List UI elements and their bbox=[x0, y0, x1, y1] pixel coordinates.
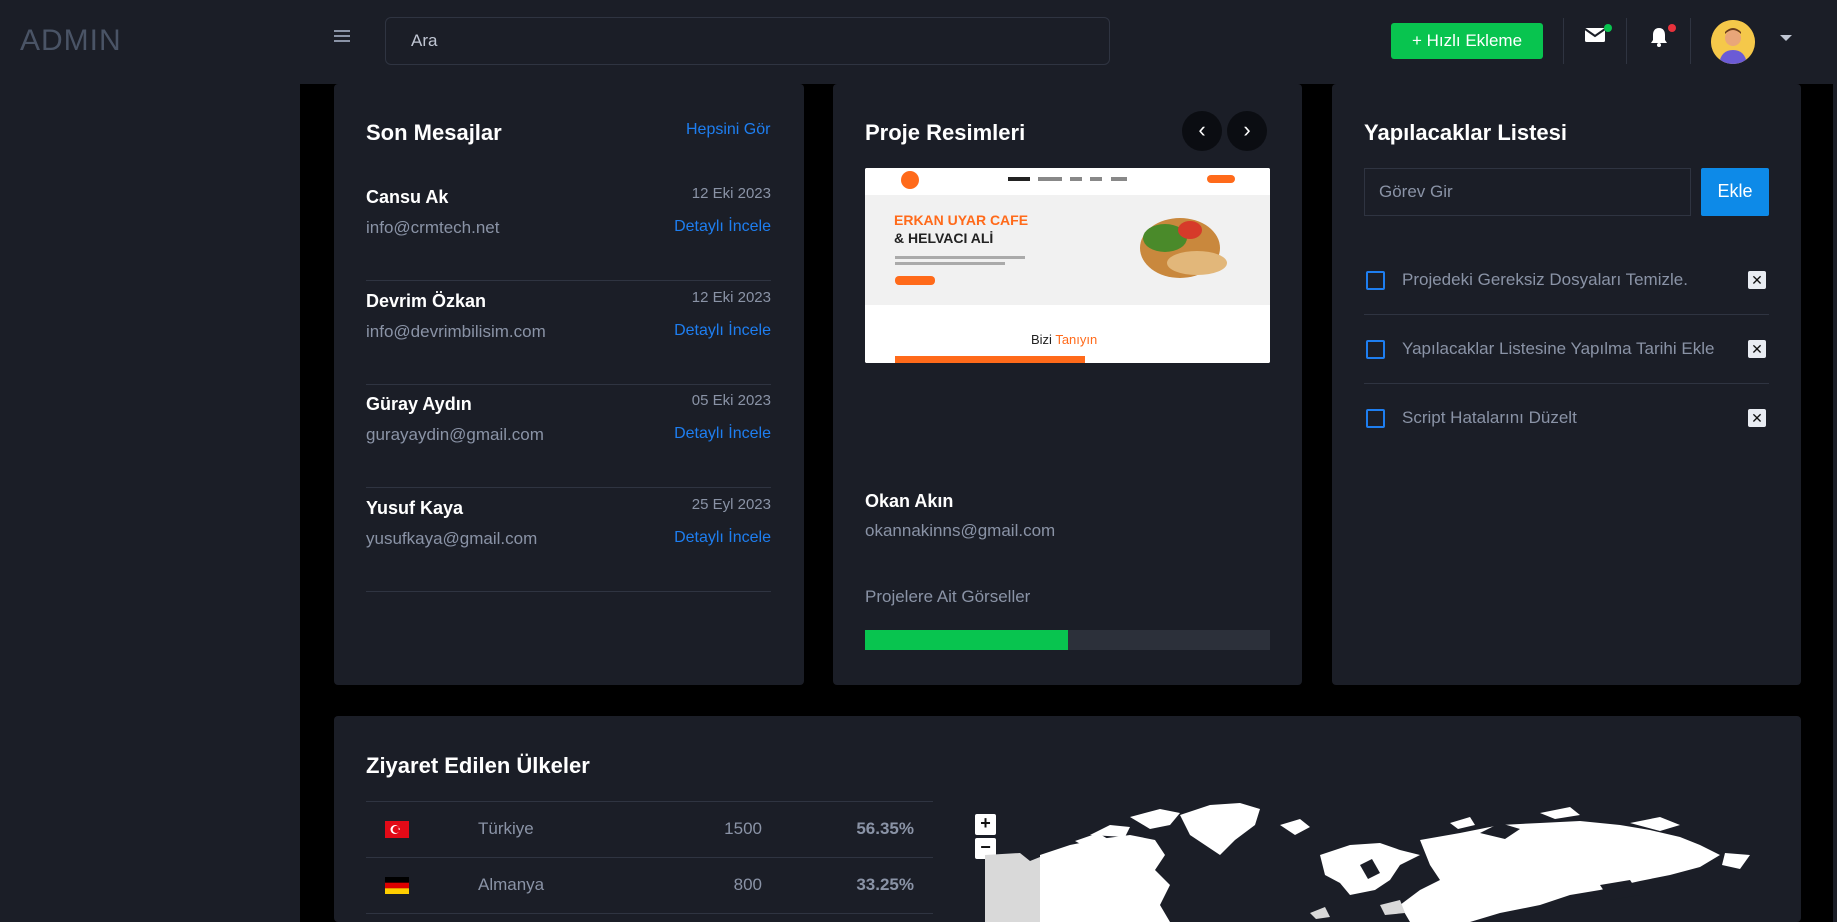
notification-badge bbox=[1668, 24, 1676, 32]
chevron-left-icon[interactable]: ‹ bbox=[1182, 111, 1222, 151]
task-text: Projedeki Gereksiz Dosyaları Temizle. bbox=[1402, 270, 1688, 289]
close-icon[interactable]: ✕ bbox=[1748, 340, 1766, 358]
task-checkbox[interactable] bbox=[1366, 409, 1385, 428]
countries-table: Türkiye 1500 56.35% Almanya 800 33.25% bbox=[366, 801, 933, 922]
topbar-divider bbox=[1563, 18, 1564, 64]
table-row bbox=[366, 913, 933, 922]
mail-badge bbox=[1604, 24, 1612, 32]
table-row: Almanya 800 33.25% bbox=[366, 857, 933, 913]
country-name: Almanya bbox=[478, 875, 545, 894]
todo-title: Yapılacaklar Listesi bbox=[1364, 120, 1568, 145]
message-detail-link[interactable]: Detaylı İncele bbox=[674, 425, 771, 443]
message-email: yusufkaya@gmail.com bbox=[366, 529, 538, 548]
screenshot-section-text: Bizi bbox=[1031, 332, 1056, 347]
project-progress-fill bbox=[865, 630, 1068, 650]
chevron-down-icon[interactable] bbox=[1780, 35, 1792, 41]
task-checkbox[interactable] bbox=[1366, 340, 1385, 359]
quick-add-button[interactable]: + Hızlı Ekleme bbox=[1391, 23, 1543, 59]
see-all-link[interactable]: Hepsini Gör bbox=[686, 121, 770, 139]
message-date: 12 Eki 2023 bbox=[691, 289, 771, 306]
sidebar bbox=[0, 84, 300, 922]
right-edge bbox=[1833, 84, 1837, 922]
add-task-button[interactable]: Ekle bbox=[1701, 168, 1769, 216]
message-detail-link[interactable]: Detaylı İncele bbox=[674, 322, 771, 340]
message-detail-link[interactable]: Detaylı İncele bbox=[674, 529, 771, 547]
topbar-divider bbox=[1626, 18, 1627, 64]
message-sender: Cansu Ak bbox=[366, 187, 449, 207]
projects-title: Proje Resimleri bbox=[865, 120, 1026, 145]
message-sender: Devrim Özkan bbox=[366, 291, 487, 311]
message-sender: Yusuf Kaya bbox=[366, 498, 464, 518]
bell-icon[interactable] bbox=[1648, 24, 1676, 52]
project-progress-bar bbox=[865, 630, 1270, 650]
list-item: Projedeki Gereksiz Dosyaları Temizle. ✕ bbox=[1364, 246, 1769, 315]
screenshot-headline: ERKAN UYAR CAFE bbox=[894, 212, 1029, 228]
project-screenshot[interactable]: ERKAN UYAR CAFE & HELVACI ALİ Bizi Tanıy… bbox=[865, 168, 1270, 363]
user-avatar[interactable] bbox=[1711, 20, 1755, 64]
mail-icon[interactable] bbox=[1584, 24, 1612, 52]
task-text: Script Hatalarını Düzelt bbox=[1402, 408, 1577, 427]
search-input[interactable]: Ara bbox=[385, 17, 1110, 65]
message-sender: Güray Aydın bbox=[366, 394, 472, 414]
list-item: Script Hatalarını Düzelt ✕ bbox=[1364, 384, 1769, 453]
app-logo[interactable]: ADMIN bbox=[20, 24, 122, 58]
menu-toggle-icon[interactable] bbox=[334, 30, 350, 44]
close-icon[interactable]: ✕ bbox=[1748, 271, 1766, 289]
message-email: info@devrimbilisim.com bbox=[366, 322, 546, 341]
countries-title: Ziyaret Edilen Ülkeler bbox=[366, 753, 590, 778]
project-caption: Projelere Ait Görseller bbox=[865, 587, 1031, 606]
message-date: 12 Eki 2023 bbox=[691, 185, 771, 202]
top-bar: ADMIN Ara + Hızlı Ekleme bbox=[0, 0, 1837, 84]
task-text: Yapılacaklar Listesine Yapılma Tarihi Ek… bbox=[1402, 339, 1715, 358]
visit-count: 800 bbox=[733, 875, 762, 894]
screenshot-section-accent: Tanıyın bbox=[1055, 332, 1098, 347]
list-item[interactable]: Devrim Özkan info@devrimbilisim.com 12 E… bbox=[366, 281, 771, 385]
project-owner-email: okannakinns@gmail.com bbox=[865, 521, 1056, 540]
list-item[interactable]: Güray Aydın gurayaydin@gmail.com 05 Eki … bbox=[366, 384, 771, 488]
chevron-right-icon[interactable]: › bbox=[1227, 111, 1267, 151]
visit-count: 1500 bbox=[724, 819, 762, 838]
list-item: Yapılacaklar Listesine Yapılma Tarihi Ek… bbox=[1364, 315, 1769, 384]
message-date: 05 Eki 2023 bbox=[691, 392, 771, 409]
message-detail-link[interactable]: Detaylı İncele bbox=[674, 218, 771, 236]
list-item[interactable]: Cansu Ak info@crmtech.net 12 Eki 2023 De… bbox=[366, 177, 771, 281]
turkey-flag-icon bbox=[385, 821, 409, 838]
project-owner-name: Okan Akın bbox=[865, 491, 954, 511]
table-row: Türkiye 1500 56.35% bbox=[366, 801, 933, 857]
visit-percent: 33.25% bbox=[856, 875, 914, 894]
task-input[interactable]: Görev Gir bbox=[1364, 168, 1691, 216]
world-map[interactable] bbox=[980, 795, 1770, 922]
country-name: Türkiye bbox=[478, 819, 534, 838]
messages-title: Son Mesajlar bbox=[366, 120, 502, 145]
task-checkbox[interactable] bbox=[1366, 271, 1385, 290]
message-date: 25 Eyl 2023 bbox=[691, 496, 771, 513]
germany-flag-icon bbox=[385, 877, 409, 894]
topbar-divider bbox=[1690, 18, 1691, 64]
screenshot-section-title: Bizi Tanıyın bbox=[1031, 332, 1097, 347]
screenshot-headline: & HELVACI ALİ bbox=[894, 230, 994, 246]
list-item[interactable]: Yusuf Kaya yusufkaya@gmail.com 25 Eyl 20… bbox=[366, 488, 771, 592]
close-icon[interactable]: ✕ bbox=[1748, 409, 1766, 427]
message-email: gurayaydin@gmail.com bbox=[366, 425, 544, 444]
message-email: info@crmtech.net bbox=[366, 218, 500, 237]
visit-percent: 56.35% bbox=[856, 819, 914, 838]
